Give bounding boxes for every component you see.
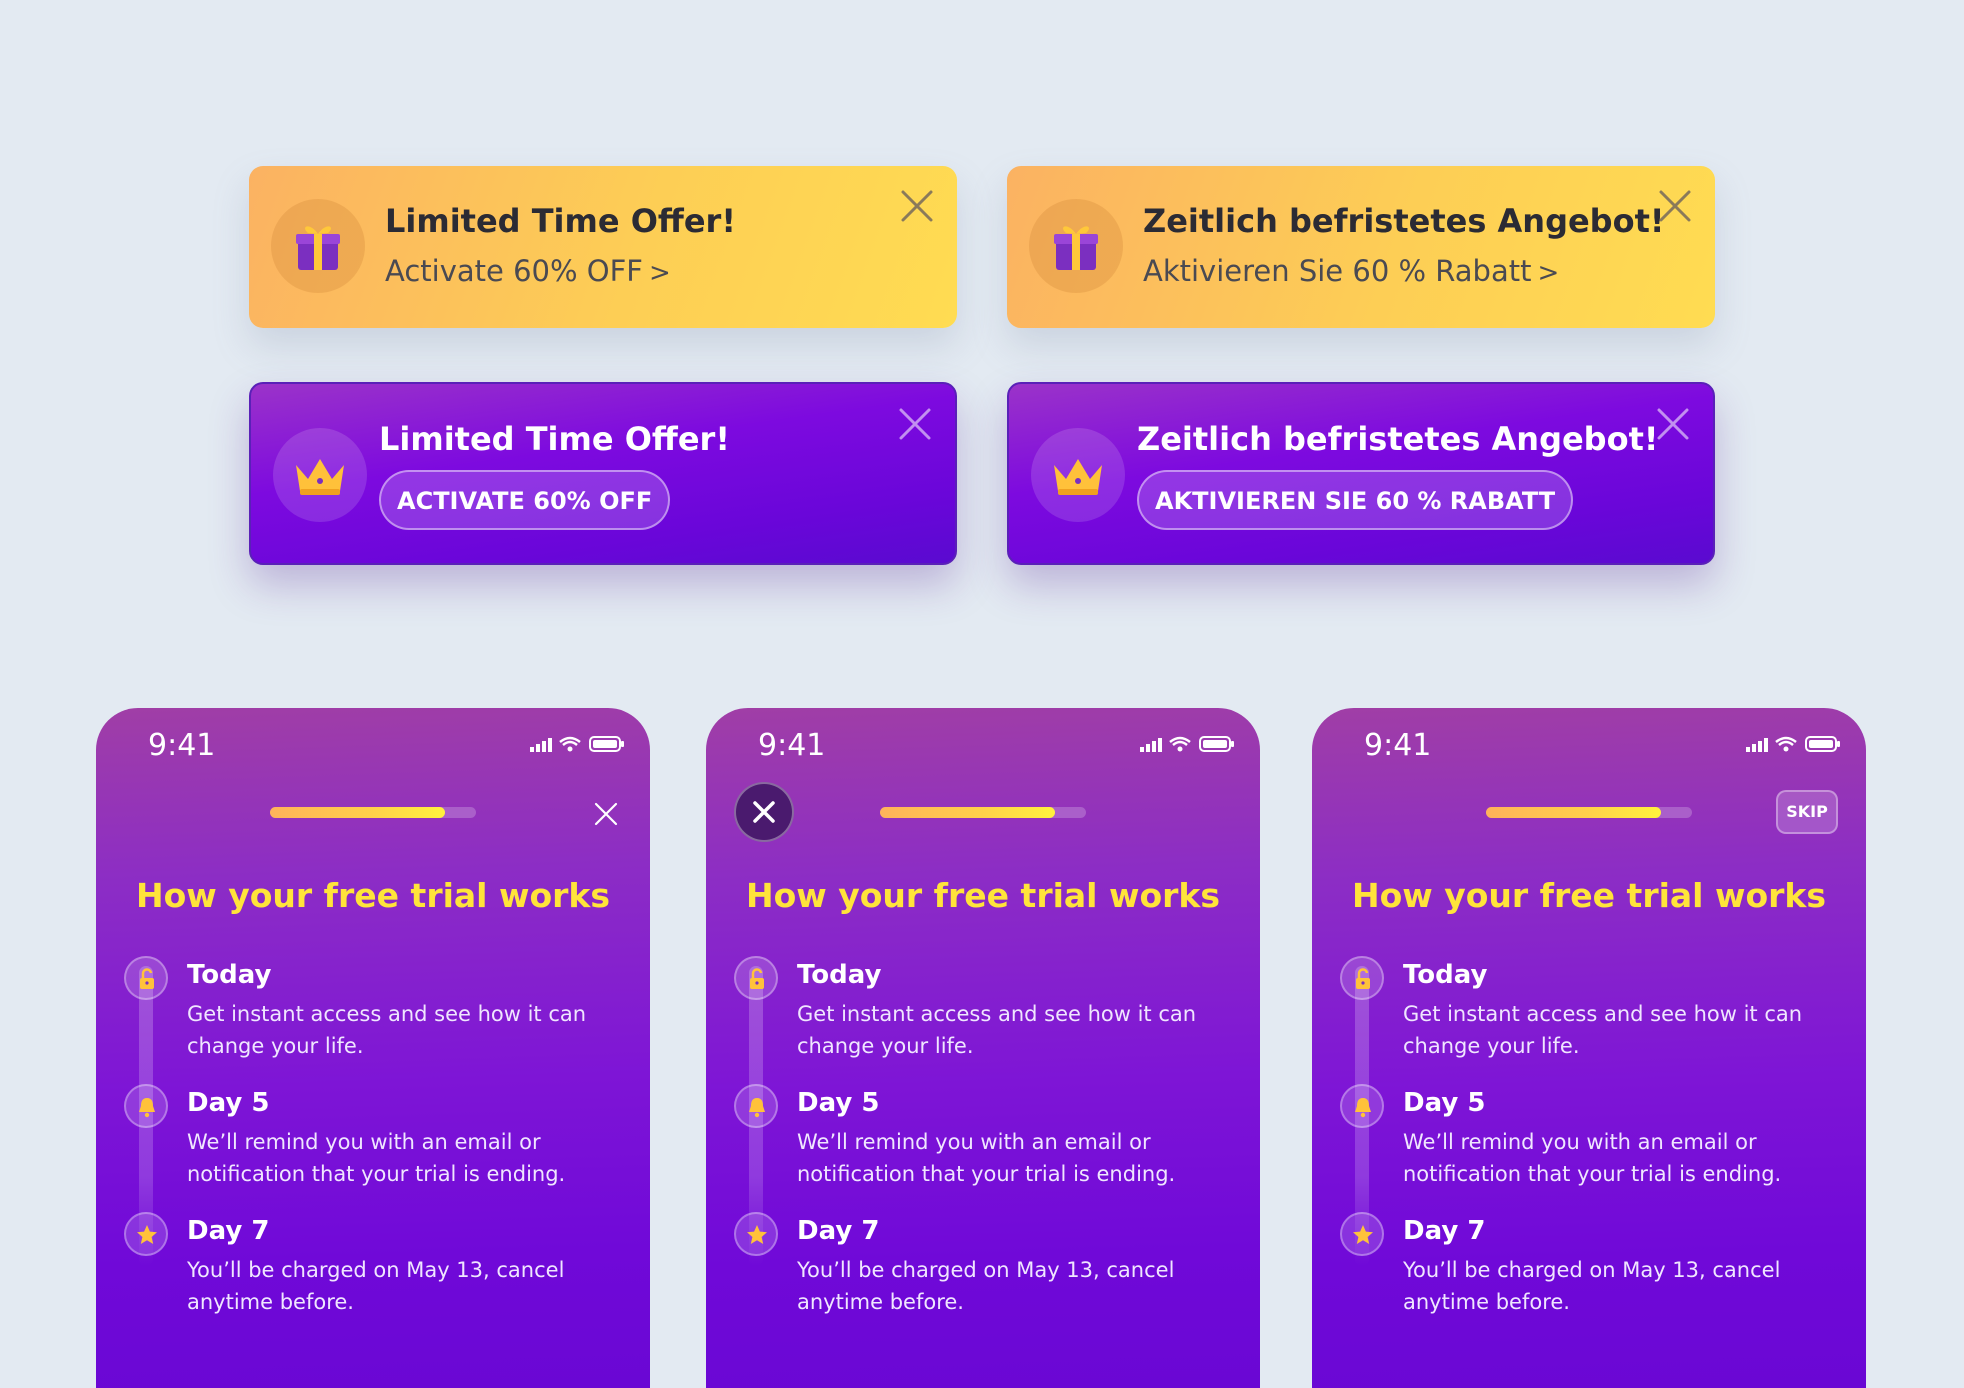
trial-screen-variant-close-x: 9:41 How your free trial works Today Get… — [96, 708, 650, 1388]
bell-icon — [1340, 1084, 1384, 1128]
close-icon[interactable] — [1657, 188, 1693, 224]
crown-icon — [273, 428, 367, 522]
banner-title: Zeitlich befristetes Angebot! — [1143, 202, 1665, 240]
star-icon — [734, 1212, 778, 1256]
step-description: We’ll remind you with an email or notifi… — [797, 1130, 1176, 1186]
status-icons — [1746, 736, 1840, 752]
banner-title: Limited Time Offer! — [385, 202, 736, 240]
unlock-icon — [734, 956, 778, 1000]
progress-fill — [1486, 807, 1662, 818]
progress-bar — [270, 807, 476, 818]
progress-bar — [1486, 807, 1692, 818]
offer-banner-purple-en[interactable]: Limited Time Offer! ACTIVATE 60% OFF — [249, 382, 957, 565]
page-title: How your free trial works — [745, 876, 1221, 915]
step-description: We’ll remind you with an email or notifi… — [1403, 1130, 1782, 1186]
bell-icon — [124, 1084, 168, 1128]
close-button[interactable] — [734, 782, 794, 842]
step-title: Day 5 — [797, 1088, 880, 1118]
step-description: Get instant access and see how it can ch… — [1403, 1002, 1803, 1058]
progress-fill — [270, 807, 446, 818]
close-icon[interactable] — [594, 802, 618, 826]
step-title: Day 5 — [1403, 1088, 1486, 1118]
step-title: Day 7 — [797, 1216, 880, 1246]
step-title: Today — [1403, 960, 1488, 990]
activate-offer-button[interactable]: ACTIVATE 60% OFF — [379, 470, 671, 530]
status-time: 9:41 — [758, 728, 826, 763]
chevron-right-icon: > — [1537, 258, 1560, 288]
status-time: 9:41 — [1364, 728, 1432, 763]
trial-screen-variant-skip: 9:41 SKIP How your free trial works Toda… — [1312, 708, 1866, 1388]
unlock-icon — [1340, 956, 1384, 1000]
banner-title: Limited Time Offer! — [379, 420, 730, 458]
skip-button[interactable]: SKIP — [1776, 790, 1838, 834]
close-icon — [753, 801, 775, 823]
banner-title: Zeitlich befristetes Angebot! — [1137, 420, 1659, 458]
status-icons — [1140, 736, 1234, 752]
close-icon[interactable] — [899, 188, 935, 224]
close-icon[interactable] — [897, 406, 933, 442]
star-icon — [124, 1212, 168, 1256]
chevron-right-icon: > — [648, 258, 671, 288]
step-title: Day 5 — [187, 1088, 270, 1118]
step-title: Today — [187, 960, 272, 990]
close-icon[interactable] — [1655, 406, 1691, 442]
step-description: Get instant access and see how it can ch… — [797, 1002, 1197, 1058]
step-description: We’ll remind you with an email or notifi… — [187, 1130, 566, 1186]
gift-icon — [271, 199, 365, 293]
offer-banner-yellow-de[interactable]: Zeitlich befristetes Angebot! Aktivieren… — [1007, 166, 1715, 328]
step-title: Day 7 — [1403, 1216, 1486, 1246]
step-description: You’ll be charged on May 13, cancel anyt… — [1403, 1258, 1781, 1314]
progress-fill — [880, 807, 1056, 818]
offer-banner-purple-de[interactable]: Zeitlich befristetes Angebot! AKTIVIEREN… — [1007, 382, 1715, 565]
bell-icon — [734, 1084, 778, 1128]
trial-screen-variant-close-circle: 9:41 How your free trial works Today Get… — [706, 708, 1260, 1388]
activate-offer-link[interactable]: Activate 60% OFF > — [385, 254, 671, 288]
offer-banner-yellow-en[interactable]: Limited Time Offer! Activate 60% OFF > — [249, 166, 957, 328]
activate-offer-link[interactable]: Aktivieren Sie 60 % Rabatt > — [1143, 254, 1559, 288]
page-title: How your free trial works — [135, 876, 611, 915]
step-description: You’ll be charged on May 13, cancel anyt… — [187, 1258, 565, 1314]
page-title: How your free trial works — [1351, 876, 1827, 915]
step-description: Get instant access and see how it can ch… — [187, 1002, 587, 1058]
step-title: Day 7 — [187, 1216, 270, 1246]
step-title: Today — [797, 960, 882, 990]
status-time: 9:41 — [148, 728, 216, 763]
status-icons — [530, 736, 624, 752]
unlock-icon — [124, 956, 168, 1000]
gift-icon — [1029, 199, 1123, 293]
step-description: You’ll be charged on May 13, cancel anyt… — [797, 1258, 1175, 1314]
star-icon — [1340, 1212, 1384, 1256]
activate-offer-button[interactable]: AKTIVIEREN SIE 60 % RABATT — [1137, 470, 1574, 530]
progress-bar — [880, 807, 1086, 818]
crown-icon — [1031, 428, 1125, 522]
